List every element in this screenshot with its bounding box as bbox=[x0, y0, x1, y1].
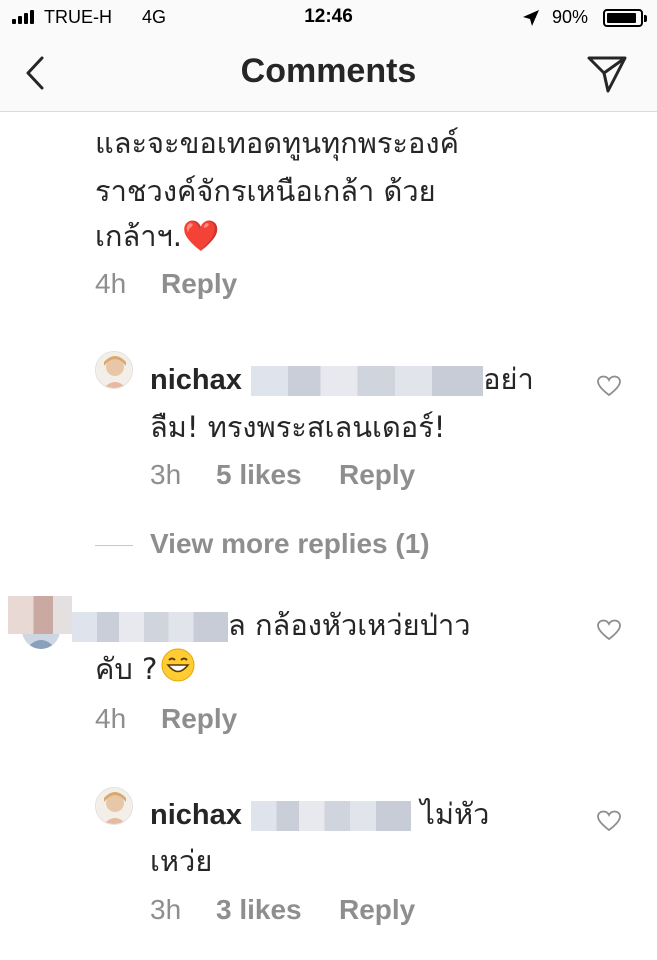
reply-2-likes[interactable]: 3 likes bbox=[216, 894, 302, 926]
reply-2-line-1: nichax ไม่หัว bbox=[150, 792, 489, 838]
reply-1-line-1: nichax อย่า bbox=[150, 357, 534, 403]
redacted-text bbox=[251, 366, 484, 396]
reply-2-time: 3h bbox=[150, 894, 182, 925]
location-icon bbox=[523, 10, 539, 26]
redacted-text bbox=[251, 801, 412, 831]
reply-1-line-2: ลืม! ทรงพระสเลนเดอร์! bbox=[150, 410, 446, 444]
comment-1-line-1: และจะขอเทอดทูนทุกพระองค์ bbox=[95, 126, 459, 160]
reply-1-time: 3h bbox=[150, 459, 182, 490]
comment-2-line-2-text: คับ ? bbox=[95, 652, 158, 686]
avatar[interactable] bbox=[95, 787, 133, 825]
like-heart-icon[interactable] bbox=[597, 375, 621, 397]
status-bar: TRUE-H 4G 12:46 90% bbox=[0, 0, 657, 36]
page-title: Comments bbox=[240, 52, 417, 90]
direct-send-icon[interactable] bbox=[586, 54, 628, 94]
comment-2-time: 4h bbox=[95, 703, 127, 734]
reply-1-likes[interactable]: 5 likes bbox=[216, 459, 302, 491]
avatar[interactable] bbox=[95, 351, 133, 389]
comment-1-time: 4h bbox=[95, 268, 127, 299]
comment-1-line-3: เกล้าฯ.❤️ bbox=[95, 214, 219, 259]
username[interactable]: nichax bbox=[150, 799, 242, 831]
battery-icon bbox=[603, 9, 647, 27]
grinning-face-emoji bbox=[161, 648, 195, 695]
comment-2-line-2: คับ ? bbox=[95, 647, 195, 695]
view-more-divider bbox=[95, 545, 133, 546]
battery-percent: 90% bbox=[552, 7, 589, 27]
like-heart-icon[interactable] bbox=[597, 619, 621, 641]
reply-2-line-2: เหว่ย bbox=[150, 844, 213, 878]
redacted-avatar-area bbox=[8, 596, 72, 634]
comment-2-reply-button[interactable]: Reply bbox=[161, 703, 237, 735]
comment-1-line-2: ราชวงค์จักรเหนือเกล้า ด้วย bbox=[95, 174, 436, 208]
comment-1-reply-button[interactable]: Reply bbox=[161, 268, 237, 300]
reply-1-text-tail: อย่า bbox=[483, 362, 534, 396]
reply-2-reply-button[interactable]: Reply bbox=[339, 894, 415, 926]
red-heart-emoji: ❤️ bbox=[182, 219, 220, 254]
comment-2-text-tail: ล กล้องหัวเหว่ยป่าว bbox=[228, 608, 471, 642]
redacted-username bbox=[72, 612, 228, 642]
comment-2-line-1: ล กล้องหัวเหว่ยป่าว bbox=[72, 603, 471, 648]
reply-2-text-tail: ไม่หัว bbox=[420, 797, 490, 831]
like-heart-icon[interactable] bbox=[597, 810, 621, 832]
username[interactable]: nichax bbox=[150, 364, 242, 396]
view-more-replies-button[interactable]: View more replies (1) bbox=[150, 528, 430, 560]
nav-bar: Comments bbox=[0, 36, 657, 112]
reply-1-reply-button[interactable]: Reply bbox=[339, 459, 415, 491]
comment-1-line-3-text: เกล้าฯ. bbox=[95, 219, 183, 253]
